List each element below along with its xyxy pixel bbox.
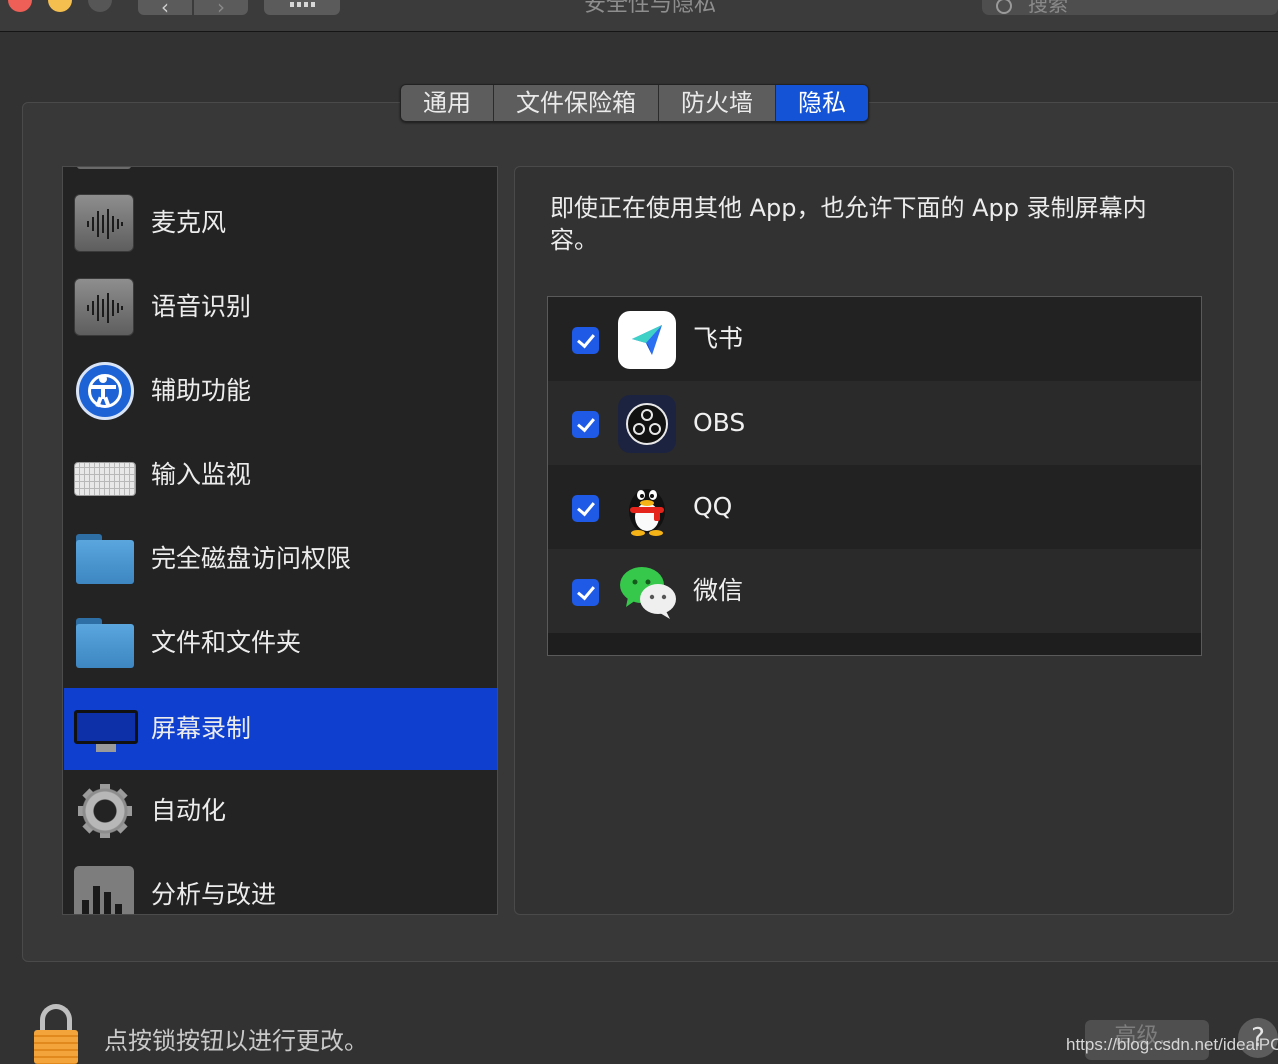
minimize-window-button[interactable] bbox=[48, 0, 72, 12]
folder-icon bbox=[74, 530, 134, 588]
tab-firewall[interactable]: 防火墙 bbox=[659, 85, 776, 121]
sidebar-item-files-and-folders[interactable]: 文件和文件夹 bbox=[64, 602, 497, 684]
monitor-icon bbox=[74, 700, 138, 758]
wechat-icon bbox=[618, 563, 676, 621]
sidebar-item-analytics[interactable]: 分析与改进 bbox=[64, 854, 497, 914]
sidebar-item-screen-recording[interactable]: 屏幕录制 bbox=[64, 688, 497, 770]
sidebar-item-speech-recognition[interactable]: 语音识别 bbox=[64, 266, 497, 348]
sidebar-item-label: 文件和文件夹 bbox=[151, 628, 302, 657]
sidebar-item-label: 输入监视 bbox=[151, 460, 252, 489]
app-checkbox[interactable] bbox=[572, 579, 599, 606]
search-icon bbox=[996, 0, 1012, 14]
chevron-left-icon: ‹ bbox=[161, 0, 169, 19]
privacy-category-list[interactable]: 麦克风 语音识别 辅助功能 输入监视 完全磁盘访问权限 文件和文件夹 屏幕录制 … bbox=[62, 166, 498, 915]
zoom-window-button[interactable] bbox=[88, 0, 112, 12]
microphone-waveform-icon bbox=[74, 194, 134, 252]
app-checkbox[interactable] bbox=[572, 495, 599, 522]
tab-general[interactable]: 通用 bbox=[401, 85, 494, 121]
search-placeholder: 搜索 bbox=[1028, 0, 1068, 16]
gear-icon bbox=[66, 772, 144, 850]
window-title: 安全性与隐私 bbox=[583, 0, 716, 17]
sidebar-item-full-disk-access[interactable]: 完全磁盘访问权限 bbox=[64, 518, 497, 600]
app-name: OBS bbox=[693, 408, 746, 437]
partial-item-icon bbox=[77, 167, 131, 169]
sidebar-item-label: 语音识别 bbox=[151, 292, 252, 321]
sidebar-item-label: 屏幕录制 bbox=[151, 714, 252, 743]
app-checkbox[interactable] bbox=[572, 327, 599, 354]
accessibility-icon bbox=[74, 362, 134, 420]
app-name: QQ bbox=[693, 492, 733, 521]
sidebar-item-microphone[interactable]: 麦克风 bbox=[64, 182, 497, 264]
show-all-button[interactable] bbox=[264, 0, 340, 15]
tab-filevault[interactable]: 文件保险箱 bbox=[494, 85, 659, 121]
obs-icon bbox=[618, 395, 676, 453]
chevron-right-icon: › bbox=[217, 0, 225, 19]
tab-privacy[interactable]: 隐私 bbox=[776, 85, 868, 121]
feishu-icon bbox=[618, 311, 676, 369]
app-checkbox[interactable] bbox=[572, 411, 599, 438]
folder-icon bbox=[74, 614, 134, 672]
lock-hint-text: 点按锁按钮以进行更改。 bbox=[104, 1027, 368, 1055]
app-name: 飞书 bbox=[693, 324, 744, 353]
app-permission-list[interactable]: 飞书 OBS QQ 微信 bbox=[547, 296, 1202, 656]
list-item[interactable]: 微信 bbox=[548, 549, 1201, 633]
list-item[interactable]: OBS bbox=[548, 381, 1201, 465]
speech-waveform-icon bbox=[74, 278, 134, 336]
app-name: 微信 bbox=[693, 576, 744, 605]
screen-recording-description: 即使正在使用其他 App，也允许下面的 App 录制屏幕内容。 bbox=[550, 194, 1147, 254]
watermark-text: https://blog.csdn.net/idealPC bbox=[1066, 1035, 1278, 1054]
list-item[interactable]: 飞书 bbox=[548, 297, 1201, 381]
keyboard-icon bbox=[74, 446, 136, 504]
tab-bar: 通用 文件保险箱 防火墙 隐私 bbox=[400, 84, 869, 122]
search-input[interactable]: 搜索 bbox=[982, 0, 1278, 15]
grid-icon bbox=[290, 2, 316, 7]
qq-penguin-icon bbox=[618, 479, 676, 537]
sidebar-item-label: 辅助功能 bbox=[151, 376, 252, 405]
sidebar-item-label: 完全磁盘访问权限 bbox=[151, 544, 352, 573]
sidebar-item-input-monitoring[interactable]: 输入监视 bbox=[64, 434, 497, 516]
lock-button[interactable] bbox=[34, 1004, 78, 1064]
bar-chart-icon bbox=[74, 866, 134, 914]
sidebar-item-label: 分析与改进 bbox=[151, 880, 277, 909]
close-window-button[interactable] bbox=[8, 0, 32, 12]
sidebar-item-label: 麦克风 bbox=[151, 208, 227, 237]
sidebar-item-label: 自动化 bbox=[151, 796, 227, 825]
sidebar-item-automation[interactable]: 自动化 bbox=[64, 770, 497, 852]
forward-button[interactable]: › bbox=[194, 0, 248, 19]
list-item[interactable]: QQ bbox=[548, 465, 1201, 549]
back-button[interactable]: ‹ bbox=[138, 0, 192, 19]
sidebar-item-accessibility[interactable]: 辅助功能 bbox=[64, 350, 497, 432]
title-bar: ‹ › 安全性与隐私 搜索 bbox=[0, 0, 1278, 32]
